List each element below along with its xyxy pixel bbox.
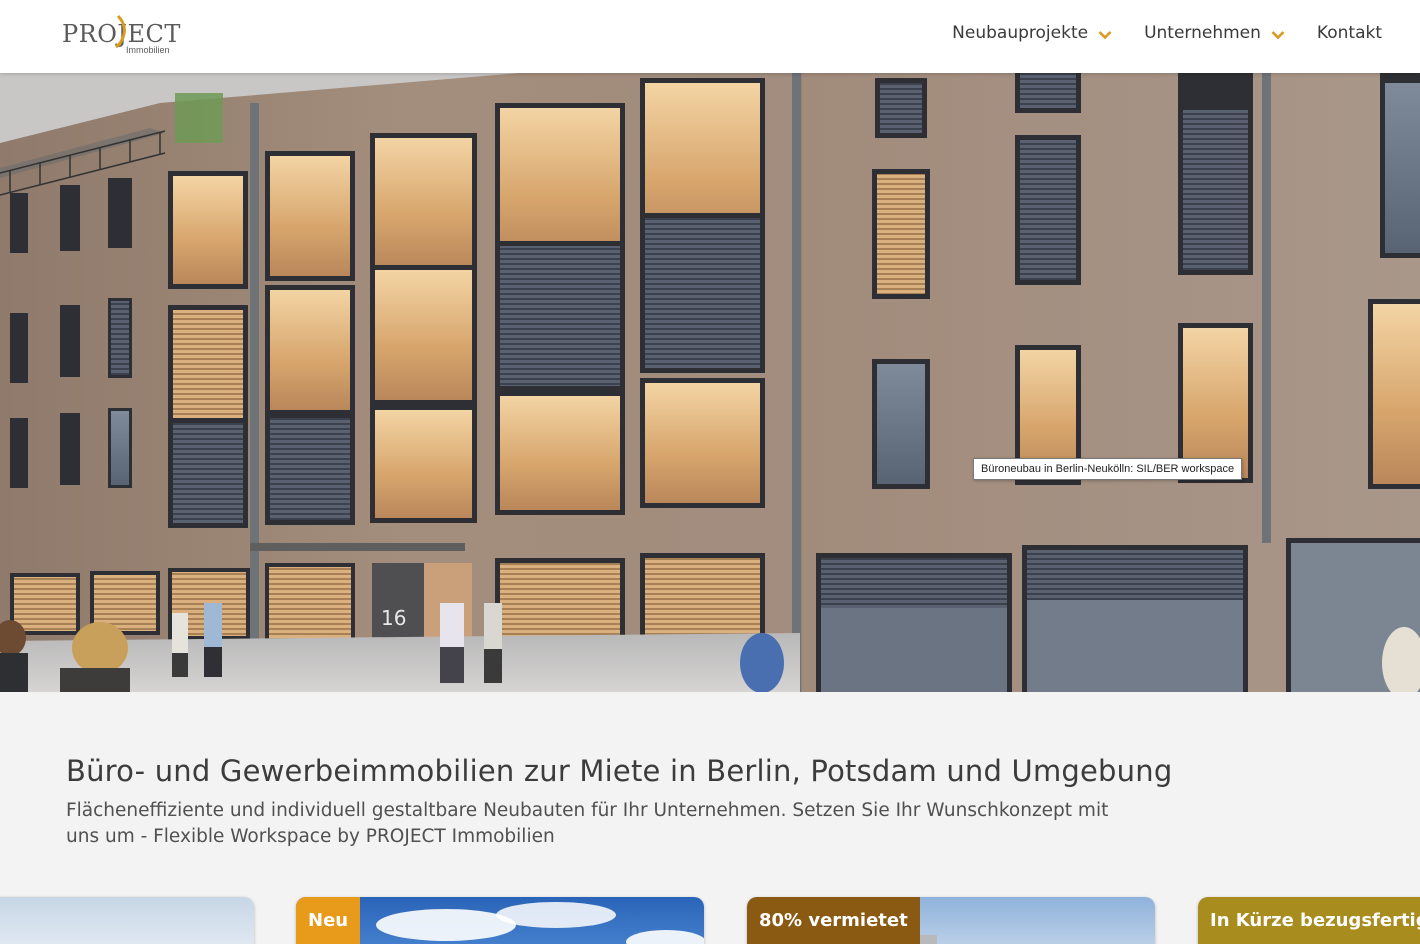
nav-neubauprojekte-label: Neubauprojekte bbox=[952, 23, 1089, 43]
main-navigation: Neubauprojekte Unternehmen Kontakt bbox=[952, 20, 1382, 46]
status-badge: Neu bbox=[296, 897, 361, 944]
nav-unternehmen[interactable]: Unternehmen bbox=[1144, 20, 1285, 46]
nav-unternehmen-label: Unternehmen bbox=[1144, 23, 1261, 43]
hero-image: 16 Büroneubau in Berlin-Neukölln: SIL/BE… bbox=[0, 73, 1420, 692]
project-card[interactable] bbox=[0, 897, 254, 944]
site-header: PROJECT Immobilien Neubauprojekte Untern… bbox=[0, 0, 1420, 73]
chevron-down-icon bbox=[1098, 30, 1112, 39]
project-card[interactable]: Neu bbox=[296, 897, 704, 944]
intro-section: Büro- und Gewerbeimmobilien zur Miete in… bbox=[66, 754, 1173, 850]
nav-kontakt[interactable]: Kontakt bbox=[1317, 20, 1382, 46]
entrance-number: 16 bbox=[381, 606, 406, 630]
status-badge: 80% vermietet bbox=[747, 897, 920, 944]
status-badge: In Kürze bezugsfertig bbox=[1198, 897, 1420, 944]
project-card[interactable]: In Kürze bezugsfertig bbox=[1198, 897, 1420, 944]
project-card[interactable]: 80% vermietet bbox=[747, 897, 1155, 944]
project-card-image bbox=[0, 897, 254, 944]
nav-neubauprojekte[interactable]: Neubauprojekte bbox=[952, 20, 1112, 46]
office-building-rendering: 16 bbox=[0, 73, 1420, 692]
logo-swoosh-icon bbox=[115, 14, 126, 48]
chevron-down-icon bbox=[1271, 30, 1285, 39]
intro-text: Flächeneffiziente und individuell gestal… bbox=[66, 800, 1109, 847]
nav-kontakt-label: Kontakt bbox=[1316, 23, 1382, 43]
project-immobilien-logo[interactable]: PROJECT Immobilien bbox=[62, 14, 186, 58]
logo-subtitle: Immobilien bbox=[126, 45, 170, 55]
intro-title: Büro- und Gewerbeimmobilien zur Miete in… bbox=[66, 754, 1173, 788]
image-title-tooltip: Büroneubau in Berlin-Neukölln: SIL/BER w… bbox=[973, 458, 1243, 480]
